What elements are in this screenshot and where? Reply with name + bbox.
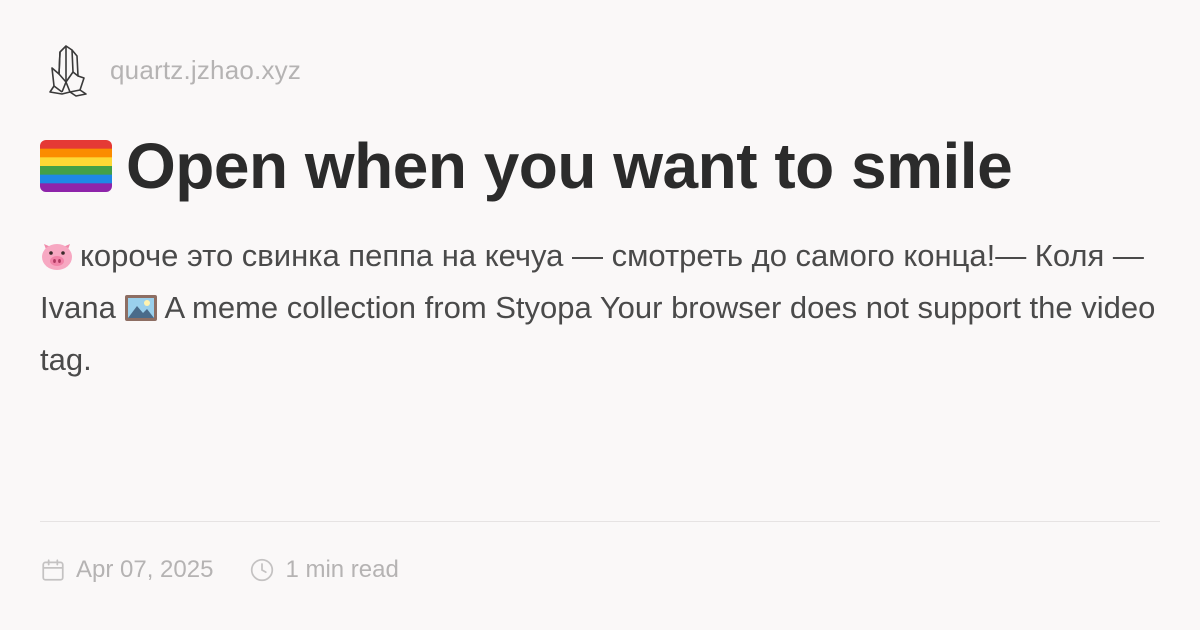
page-title: Open when you want to smile — [40, 126, 1013, 206]
crystal-icon — [49, 45, 87, 97]
site-header: quartz.jzhao.xyz — [46, 40, 301, 100]
site-name[interactable]: quartz.jzhao.xyz — [110, 55, 301, 86]
divider — [40, 521, 1160, 522]
read-time: 1 min read — [249, 556, 399, 584]
clock-icon — [251, 558, 274, 582]
read-time-text: 1 min read — [285, 556, 399, 583]
publish-date-text: Apr 07, 2025 — [76, 556, 214, 583]
publish-date: Apr 07, 2025 — [40, 556, 213, 584]
page-meta: Apr 07, 2025 1 min read — [40, 556, 399, 584]
page-description: короче это свинка пеппа на кечуа — смотр… — [40, 230, 1160, 386]
calendar-icon — [42, 559, 64, 581]
page-title-text: Open when you want to smile — [126, 130, 1013, 202]
rainbow-flag-icon — [40, 140, 112, 192]
description-text-part-2: A meme collection from Styopa Your brows… — [40, 290, 1156, 377]
framed-picture-icon — [125, 295, 158, 321]
pig-face-icon — [42, 244, 72, 270]
